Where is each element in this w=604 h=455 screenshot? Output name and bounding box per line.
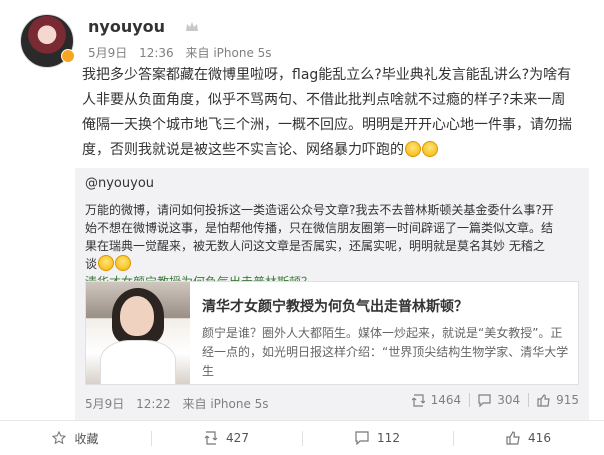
article-title[interactable]: 清华才女颜宁教授为何负气出走普林斯顿？ <box>202 296 468 316</box>
confused-emoji-icon <box>98 255 115 271</box>
repost-icon <box>204 431 218 445</box>
comment-button[interactable]: 112 <box>302 421 453 455</box>
article-card[interactable]: 清华才女颜宁教授为何负气出走普林斯顿？ 颜宁是谁？圈外人大都陌生。媒体一炒起来，… <box>85 281 579 385</box>
article-thumbnail <box>86 282 190 384</box>
article-description: 颜宁是谁？圈外人大都陌生。媒体一炒起来，就说是“美女教授”。正经一点的，如光明日… <box>202 326 569 378</box>
favorite-button[interactable]: 收藏 <box>0 421 151 455</box>
repost-count: 1464 <box>430 393 462 407</box>
repost-meta: 5月9日 12:22 来自 iPhone 5s <box>85 395 277 412</box>
repost-date: 5月9日 <box>85 397 125 411</box>
grin-emoji-icon <box>405 141 421 157</box>
repost-stats: 1464 304 915 <box>411 393 579 407</box>
repost-source: 来自 iPhone 5s <box>182 397 269 411</box>
confused-emoji-icon <box>115 255 132 271</box>
post-body: 我把多少答案都藏在微博里啦呀，flag能乱立么?毕业典礼发言能乱讲么?为啥有人非… <box>82 63 572 163</box>
comment-icon <box>478 393 491 407</box>
repost-stat-likes[interactable]: 915 <box>537 393 579 407</box>
comment-icon <box>355 431 369 445</box>
post-meta: 5月9日 12:36 来自 iPhone 5s <box>88 44 280 61</box>
repost-text: 万能的微博，请问如何投拆这一类造谣公众号文章?我去不去普林斯顿关基金委什么事?开… <box>85 203 554 271</box>
repost-stat-comments[interactable]: 304 <box>478 393 520 407</box>
verified-badge-icon <box>61 49 75 63</box>
user-avatar[interactable] <box>20 14 75 68</box>
thumbs-up-icon <box>537 393 550 407</box>
repost-body: 万能的微博，请问如何投拆这一类造谣公众号文章?我去不去普林斯顿关基金委什么事?开… <box>85 201 555 291</box>
footer-like-count: 416 <box>528 431 551 445</box>
footer-comment-count: 112 <box>377 431 400 445</box>
thumbs-up-icon <box>506 431 520 445</box>
repost-button[interactable]: 427 <box>151 421 302 455</box>
post-time[interactable]: 12:36 <box>139 46 174 60</box>
post-date: 5月9日 <box>88 46 128 60</box>
repost-time[interactable]: 12:22 <box>136 397 171 411</box>
like-count: 915 <box>556 393 579 407</box>
post-username[interactable]: nyouyou <box>88 17 165 36</box>
comment-count: 304 <box>497 393 521 407</box>
repost-block[interactable]: @nyouyou 万能的微博，请问如何投拆这一类造谣公众号文章?我去不去普林斯顿… <box>75 168 589 420</box>
grin-emoji-icon <box>422 141 438 157</box>
star-icon <box>52 431 67 445</box>
repost-icon <box>411 393 425 407</box>
repost-username[interactable]: @nyouyou <box>85 176 154 191</box>
crown-icon <box>186 22 198 31</box>
footer-repost-count: 427 <box>226 431 249 445</box>
action-bar: 收藏 427 112 416 <box>0 420 604 455</box>
like-button[interactable]: 416 <box>453 421 604 455</box>
post-text: 我把多少答案都藏在微博里啦呀，flag能乱立么?毕业典礼发言能乱讲么?为啥有人非… <box>82 67 572 158</box>
repost-stat-reposts[interactable]: 1464 <box>411 393 462 407</box>
post-source: 来自 iPhone 5s <box>185 46 272 60</box>
favorite-label: 收藏 <box>74 431 99 446</box>
